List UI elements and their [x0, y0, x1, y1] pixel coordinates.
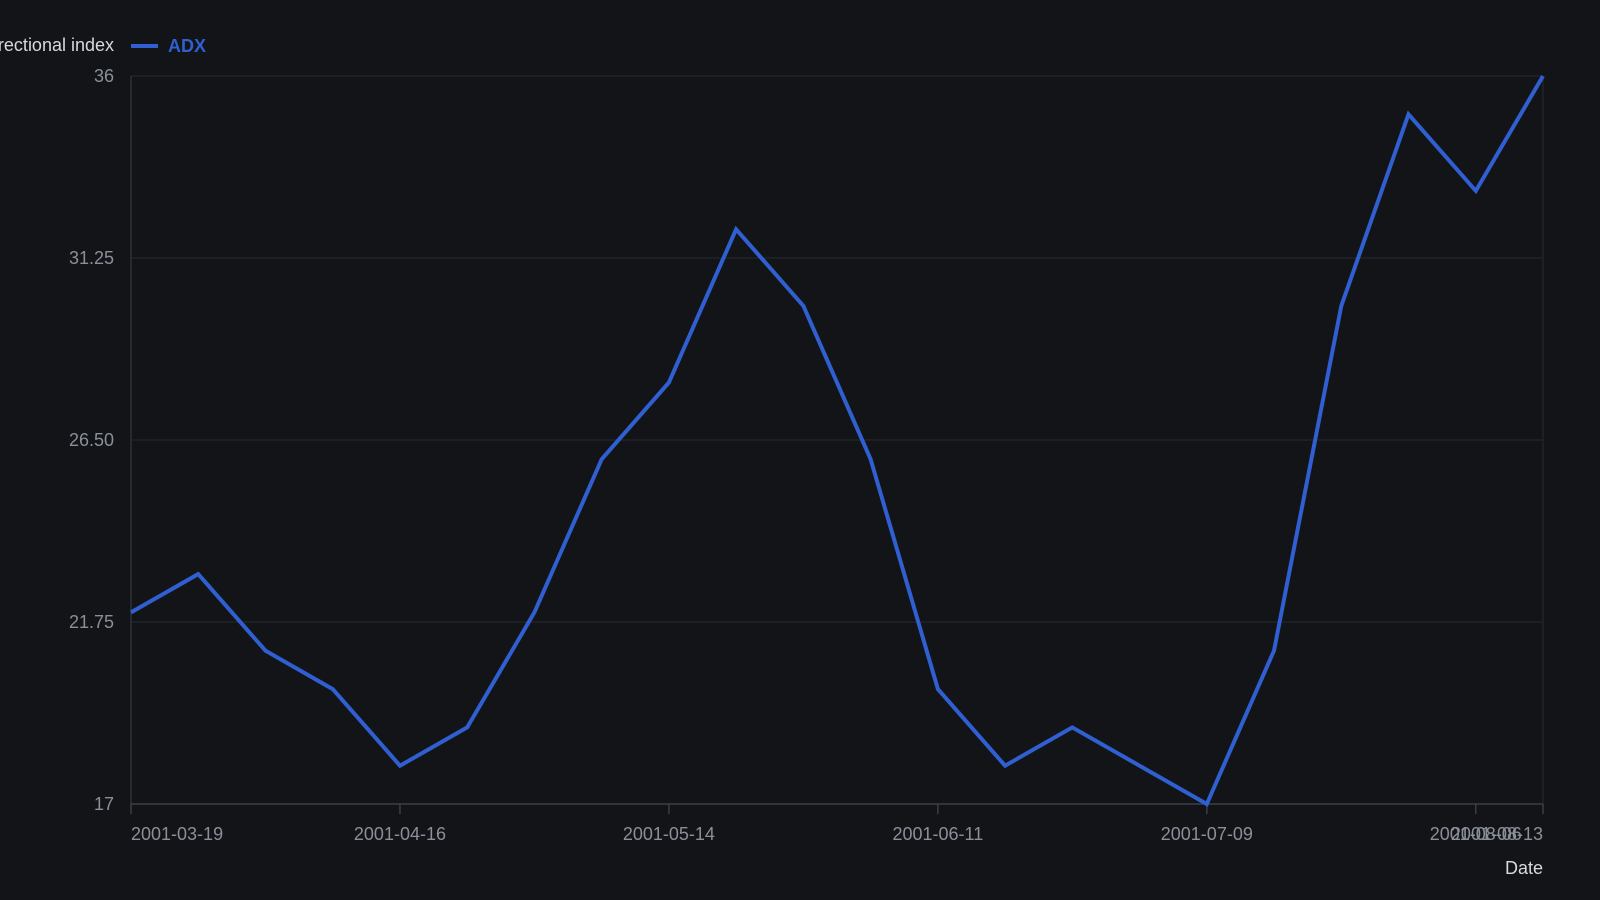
x-tick-label: 2001-04-16 [354, 824, 446, 844]
y-tick-label: 36 [94, 66, 114, 86]
legend-title: Average directional index [0, 35, 114, 55]
data-point[interactable] [1470, 185, 1482, 197]
x-tick-label: 2001-07-09 [1161, 824, 1253, 844]
y-tick-label: 21.75 [69, 612, 114, 632]
x-axis-title: Date [1505, 858, 1543, 878]
legend-label-adx[interactable]: ADX [168, 36, 206, 56]
x-tick-label: 2001-06-11 [892, 824, 983, 844]
x-tick-label: 2001-05-14 [623, 824, 715, 844]
data-point[interactable] [730, 223, 742, 235]
data-point[interactable] [932, 683, 944, 695]
y-tick-label: 26.50 [69, 430, 114, 450]
data-point[interactable] [1134, 760, 1146, 772]
data-point[interactable] [192, 568, 204, 580]
data-point[interactable] [865, 453, 877, 465]
data-point[interactable] [797, 300, 809, 312]
data-point[interactable] [1537, 70, 1549, 82]
y-tick-label: 31.25 [69, 248, 114, 268]
data-point[interactable] [461, 721, 473, 733]
data-point[interactable] [663, 377, 675, 389]
data-point[interactable] [394, 760, 406, 772]
data-point[interactable] [1066, 721, 1078, 733]
grid-lines [131, 75, 1543, 805]
tick-labels: 36 31.25 26.50 21.75 17 2001-03-19 2001-04-16 2… [69, 66, 1543, 844]
x-tick-label: 2001-08-13 [1451, 824, 1543, 844]
data-point[interactable] [1335, 300, 1347, 312]
data-point[interactable] [596, 453, 608, 465]
data-point[interactable] [1201, 798, 1213, 810]
data-point[interactable] [1403, 108, 1415, 120]
data-point[interactable] [528, 606, 540, 618]
line-chart: 36 31.25 26.50 21.75 17 2001-03-19 2001-04-16 2… [0, 35, 1549, 878]
data-point[interactable] [999, 760, 1011, 772]
y-tick-label: 17 [94, 794, 114, 814]
chart-container: 36 31.25 26.50 21.75 17 2001-03-19 2001-04-16 2… [0, 0, 1600, 900]
data-point[interactable] [1268, 645, 1280, 657]
data-point[interactable] [327, 683, 339, 695]
data-point[interactable] [259, 645, 271, 657]
legend: Average directional index ADX [0, 35, 206, 56]
x-tick-label: 2001-03-19 [131, 824, 223, 844]
data-point[interactable] [125, 606, 137, 618]
